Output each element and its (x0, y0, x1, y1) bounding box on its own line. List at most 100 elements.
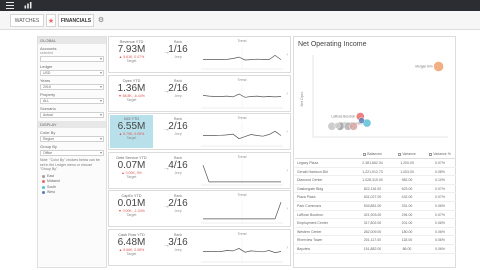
scatter-point[interactable] (358, 117, 365, 124)
kpi-card[interactable]: Revenue YTD 7.93M ▲ 5.61K, 0.07% Target (110, 38, 153, 71)
table-row[interactable]: Western Center 282,009.00 180.00 0.06% (295, 228, 456, 237)
kpi-row[interactable]: CapEx YTD 0.01M ▼ 0.00K, -1.34% Target R… (108, 190, 291, 227)
checkbox-icon[interactable] (398, 152, 402, 156)
row-menu-icon[interactable]: › (286, 206, 288, 212)
cell-name: LaRose Bourbon (297, 212, 324, 217)
arrow-right-icon: → (163, 87, 170, 95)
table-header-balances[interactable]: Balances (355, 150, 390, 158)
row-menu-icon[interactable]: › (286, 91, 288, 97)
kpi-sparkline[interactable]: Trend (199, 192, 285, 226)
legend-item[interactable]: West (38, 190, 106, 196)
filter-panel: GLOBAL Accounts selected Ledger USD Year… (37, 36, 107, 268)
kpi-card[interactable]: Debt Service YTD 0.07M ▲ 0.00K, 0% Targe… (110, 154, 153, 187)
kpi-row[interactable]: Revenue YTD 7.93M ▲ 5.61K, 0.07% Target … (108, 36, 291, 73)
cell-name: Park Commons (297, 203, 322, 208)
table-header-variance-pct[interactable]: Variance % (424, 150, 456, 158)
dashboard-icon[interactable] (24, 2, 32, 9)
tab-watches[interactable]: WATCHES (10, 14, 44, 27)
display-label: Group By (40, 144, 57, 149)
sparkline-svg (201, 122, 283, 147)
kpi-row[interactable]: Cash Flow YTD 6.48M ▲ 5.66K, 0.08% Targe… (108, 228, 291, 266)
checkbox-icon[interactable] (363, 152, 367, 156)
kpi-card[interactable]: Opex YTD 1.36M ▼ 88.8K, -6.44% Target (110, 77, 153, 110)
kpi-sparkline[interactable]: Trend (199, 231, 285, 265)
filter-select[interactable]: Actual (40, 112, 104, 118)
table-row[interactable]: Diamond Center 1,028,319.00 982.00 0.10% (295, 176, 456, 185)
tab-favorites-star-icon[interactable]: ★ (46, 14, 56, 27)
cell-name: Legacy Plaza (297, 161, 319, 165)
kpi-value: 6.55M (117, 121, 146, 132)
tab-financials[interactable]: FINANCIALS (58, 14, 94, 27)
table-row[interactable]: LaRose Bourbon 421,903.00 294.00 0.07% (295, 211, 456, 220)
table-header-name (295, 150, 355, 158)
kpi-value: 0.07M (117, 159, 146, 171)
table-header-variance[interactable]: Variance (390, 150, 424, 158)
display-option-0: Color By Region (38, 128, 106, 142)
kpi-card[interactable]: CapEx YTD 0.01M ▼ 0.00K, -1.34% Target (110, 192, 153, 225)
sparkline-title: Trend (237, 193, 247, 197)
row-menu-icon[interactable]: › (286, 245, 288, 251)
cell-balance: 421,903.00 (363, 212, 382, 217)
display-option-1: Group By Office (38, 142, 106, 156)
filter-label: Accounts (40, 46, 57, 51)
kpi-row[interactable]: Debt Service YTD 0.07M ▲ 0.00K, 0% Targe… (108, 151, 291, 189)
table-row[interactable]: Plaza Plaza 631,027.00 432.00 0.07% (295, 193, 456, 202)
cell-balance: 2,381,662.04 (362, 161, 383, 165)
filter-select[interactable]: USD (40, 70, 104, 76)
hamburger-menu-icon[interactable] (6, 2, 14, 9)
kpi-sparkline[interactable]: Trend (199, 77, 285, 111)
noi-scatter-chart[interactable]: Net OpexMorgan KimLaRose BourbonDiamond … (295, 49, 456, 149)
kpi-card[interactable]: Cash Flow YTD 6.48M ▲ 5.66K, 0.08% Targe… (110, 231, 153, 264)
display-section-header: DISPLAY (38, 121, 106, 128)
filter-select[interactable]: ALL (40, 98, 104, 104)
cell-variance: 982.00 (401, 178, 413, 183)
kpi-row[interactable]: Opex YTD 1.36M ▼ 88.8K, -6.44% Target Ra… (108, 74, 291, 112)
settings-gear-icon[interactable]: ⚙ (96, 14, 106, 27)
row-menu-icon[interactable]: › (286, 168, 288, 174)
table-row[interactable]: Gerald Harrison Bld 1,221,512.73 1,003.0… (295, 168, 456, 177)
cell-name: Diamond Center (297, 178, 323, 183)
cell-balance: 822,116.00 (363, 186, 382, 191)
row-menu-icon[interactable]: › (286, 52, 288, 58)
filter-1: Ledger USD (38, 62, 106, 76)
cell-balance: 317,802.00 (363, 221, 382, 226)
kpi-rank: Rank → 3/16 Jeep (161, 233, 195, 263)
noi-panel: Net Operating Income Net Opex Morgan Kim L… (293, 36, 456, 268)
kpi-sparkline[interactable]: Trend (199, 115, 285, 149)
cell-balance: 282,009.00 (363, 229, 382, 234)
cell-variance: 432.00 (401, 195, 413, 200)
kpi-value: 0.01M (117, 198, 146, 209)
scatter-point[interactable] (334, 122, 341, 129)
kpi-target: Target (126, 213, 137, 217)
display-select[interactable]: Office (40, 150, 104, 156)
scatter-point[interactable] (349, 122, 358, 131)
cell-variance: 1,200.00 (400, 161, 414, 165)
table-row[interactable]: Gastongate Bldg 822,116.00 623.00 0.07% (295, 185, 456, 194)
filter-0: Accounts selected (38, 44, 106, 62)
row-menu-icon[interactable]: › (286, 129, 288, 135)
scatter-point-label: LaRose Bourbon (331, 115, 355, 119)
table-row[interactable]: Park Commons 539,881.00 331.00 0.06% (295, 202, 456, 211)
scatter-point[interactable] (433, 61, 444, 72)
table-row[interactable]: Legacy Plaza 2,381,662.04 1,200.00 0.07% (295, 159, 456, 168)
checkbox-icon[interactable] (429, 152, 433, 156)
sparkline-svg (201, 237, 283, 262)
kpi-rank: Rank → 2/16 Jeep (161, 194, 195, 224)
kpi-row[interactable]: NOI YTD 6.55M ▲ 5.79K, 0.09% Target Rank… (108, 113, 291, 150)
legend-swatch (42, 180, 45, 184)
kpi-card[interactable]: NOI YTD 6.55M ▲ 5.79K, 0.09% Target (110, 115, 153, 148)
table-row[interactable]: Riverview Tower 201,117.00 118.00 0.06% (295, 236, 456, 245)
cell-name: Gerald Harrison Bld (297, 169, 328, 174)
sparkline-svg (201, 199, 283, 224)
filter-4: Scenario Actual (38, 104, 106, 118)
kpi-value: 1.36M (117, 82, 146, 94)
cell-variance-pct: 0.07% (435, 212, 445, 217)
table-row[interactable]: Bayview 151,882.00 86.00 0.06% (295, 245, 456, 254)
arrow-right-icon: → (163, 203, 170, 210)
filter-select[interactable] (40, 56, 104, 62)
kpi-sparkline[interactable]: Trend (199, 38, 285, 72)
filter-select[interactable]: 2015 (40, 84, 104, 90)
table-row[interactable]: Employment Center 317,802.00 201.00 0.06… (295, 219, 456, 228)
display-select[interactable]: Region (40, 136, 104, 142)
kpi-sparkline[interactable]: Trend (199, 154, 285, 188)
